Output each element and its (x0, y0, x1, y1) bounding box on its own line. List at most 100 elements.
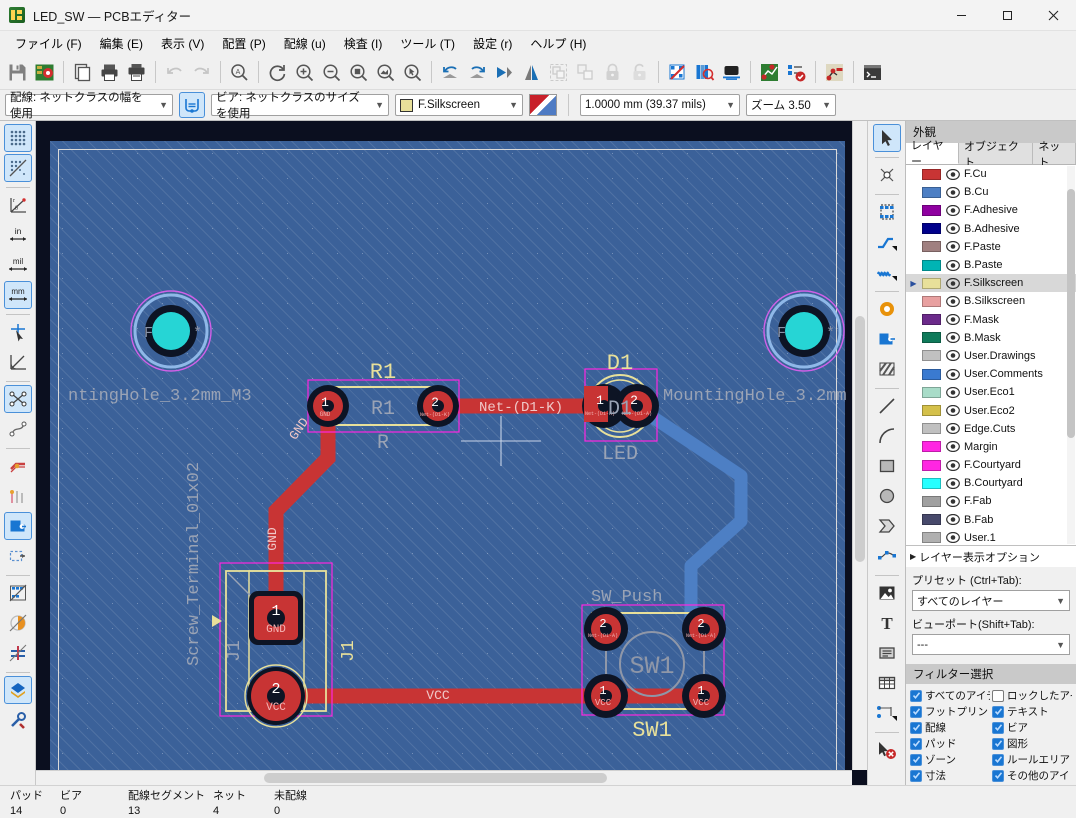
layer-color-swatch[interactable] (922, 314, 941, 326)
units-mils-button[interactable]: mil (4, 251, 32, 279)
layer-row[interactable]: B.Paste (906, 256, 1076, 274)
checkbox-icon[interactable] (910, 705, 922, 718)
layer-color-swatch[interactable] (922, 423, 941, 435)
eye-visibility-icon[interactable] (945, 477, 960, 489)
draw-circle-button[interactable] (873, 482, 901, 510)
filter-checkbox[interactable]: ビア (992, 720, 1072, 735)
contrast-mode-button[interactable] (3, 676, 32, 704)
filter-checkbox[interactable]: パッド (910, 736, 990, 751)
layer-row[interactable]: B.Fab (906, 511, 1076, 529)
zoom-fit-button[interactable] (345, 59, 372, 86)
layer-row[interactable]: ▶ F.Silkscreen (906, 274, 1076, 293)
add-rule-area-button[interactable] (873, 355, 901, 383)
layer-color-swatch[interactable] (922, 386, 941, 398)
tab-objects[interactable]: オブジェクト (958, 141, 1034, 169)
eye-visibility-icon[interactable] (945, 186, 960, 198)
layer-row[interactable]: B.Adhesive (906, 220, 1076, 238)
maximize-button[interactable] (984, 0, 1030, 31)
filter-checkbox[interactable]: その他のアイ (992, 768, 1072, 783)
checkbox-icon[interactable] (910, 689, 922, 702)
layer-color-swatch[interactable] (922, 368, 941, 380)
menu-route[interactable]: 配線 (u) (275, 32, 335, 55)
route-track-button[interactable] (873, 228, 901, 256)
close-button[interactable] (1030, 0, 1076, 31)
filter-checkbox[interactable]: ロックしたアイ (992, 688, 1072, 703)
layer-list[interactable]: F.Cu B.Cu F.Adhesive B.Adhesive F.Paste B.Pas… (906, 165, 1076, 545)
graphic-sketch-button[interactable] (4, 609, 32, 637)
auto-track-width-toggle[interactable] (179, 92, 205, 118)
checkbox-icon[interactable] (992, 769, 1004, 782)
edit-points-button[interactable] (873, 542, 901, 570)
eye-visibility-icon[interactable] (945, 350, 960, 362)
layer-color-swatch[interactable] (922, 332, 941, 344)
eye-visibility-icon[interactable] (945, 532, 960, 544)
track-fill-button[interactable] (4, 452, 32, 480)
menu-edit[interactable]: 編集 (E) (91, 32, 152, 55)
draw-arc-button[interactable] (873, 422, 901, 450)
track-width-select[interactable]: 配線: ネットクラスの幅を使用 ▼ (5, 92, 173, 120)
eye-visibility-icon[interactable] (945, 332, 960, 344)
layer-color-swatch[interactable] (922, 441, 941, 453)
tune-length-button[interactable] (873, 258, 901, 286)
eye-visibility-icon[interactable] (945, 223, 960, 235)
lock-button[interactable] (599, 59, 626, 86)
preset-select[interactable]: すべてのレイヤー ▼ (912, 590, 1070, 611)
units-inches-button[interactable]: in (4, 221, 32, 249)
canvas-horizontal-scrollbar[interactable] (36, 770, 852, 785)
eye-visibility-icon[interactable] (945, 423, 960, 435)
canvas-vertical-scrollbar[interactable] (852, 121, 867, 770)
checkbox-icon[interactable] (992, 705, 1004, 718)
print-button[interactable] (96, 59, 123, 86)
layer-color-swatch[interactable] (922, 532, 941, 544)
filter-checkbox[interactable]: ルールエリア (992, 752, 1072, 767)
layer-color-swatch[interactable] (922, 277, 941, 289)
layer-row[interactable]: F.Fab (906, 492, 1076, 510)
curved-ratsnest-button[interactable] (4, 415, 32, 443)
scrollbar-thumb[interactable] (264, 773, 608, 783)
layer-color-swatch[interactable] (922, 186, 941, 198)
eye-visibility-icon[interactable] (945, 168, 960, 180)
eye-visibility-icon[interactable] (945, 405, 960, 417)
update-pcb-button[interactable] (821, 59, 848, 86)
layer-color-swatch[interactable] (922, 495, 941, 507)
zoom-objects-button[interactable] (372, 59, 399, 86)
mirror-h-icon-button[interactable] (491, 59, 518, 86)
mirror-v-icon-button[interactable] (518, 59, 545, 86)
place-image-button[interactable] (873, 579, 901, 607)
drc-button[interactable] (783, 59, 810, 86)
layer-row[interactable]: B.Mask (906, 329, 1076, 347)
eye-visibility-icon[interactable] (945, 295, 960, 307)
select-tool-button[interactable] (872, 124, 901, 152)
layer-display-options-expander[interactable]: ▶ レイヤー表示オプション (906, 545, 1076, 567)
layer-row[interactable]: F.Courtyard (906, 456, 1076, 474)
place-footprint-button[interactable] (873, 198, 901, 226)
layer-color-swatch[interactable] (922, 405, 941, 417)
undo-button[interactable] (161, 59, 188, 86)
zoom-level-select[interactable]: ズーム 3.50 ▼ (746, 94, 836, 116)
checkbox-icon[interactable] (992, 689, 1004, 702)
layer-row[interactable]: F.Mask (906, 311, 1076, 329)
eye-visibility-icon[interactable] (945, 386, 960, 398)
layer-color-swatch[interactable] (922, 295, 941, 307)
layer-row[interactable]: User.Drawings (906, 347, 1076, 365)
library-browser-button[interactable] (691, 59, 718, 86)
layer-row[interactable]: F.Cu (906, 165, 1076, 183)
checkbox-icon[interactable] (992, 721, 1004, 734)
units-millimeters-button[interactable]: mm (3, 281, 32, 309)
layer-color-swatch[interactable] (922, 259, 941, 271)
eye-visibility-icon[interactable] (945, 441, 960, 453)
3d-viewer-button[interactable] (718, 59, 745, 86)
layer-row[interactable]: User.Comments (906, 365, 1076, 383)
ungroup-button[interactable] (572, 59, 599, 86)
eye-visibility-icon[interactable] (945, 277, 960, 289)
grid-overrides-button[interactable] (3, 154, 32, 182)
pcb-canvas[interactable]: F* F* F* F* ntingHole_3.2mm_M3 MountingH… (36, 121, 867, 785)
refresh-button[interactable] (264, 59, 291, 86)
page-settings-button[interactable] (69, 59, 96, 86)
toggle-grid-button[interactable] (3, 124, 32, 152)
menu-file[interactable]: ファイル (F) (6, 32, 91, 55)
eye-visibility-icon[interactable] (945, 514, 960, 526)
delete-tool-button[interactable] (873, 736, 901, 764)
scripting-console-button[interactable] (859, 59, 886, 86)
checkbox-icon[interactable] (992, 753, 1004, 766)
